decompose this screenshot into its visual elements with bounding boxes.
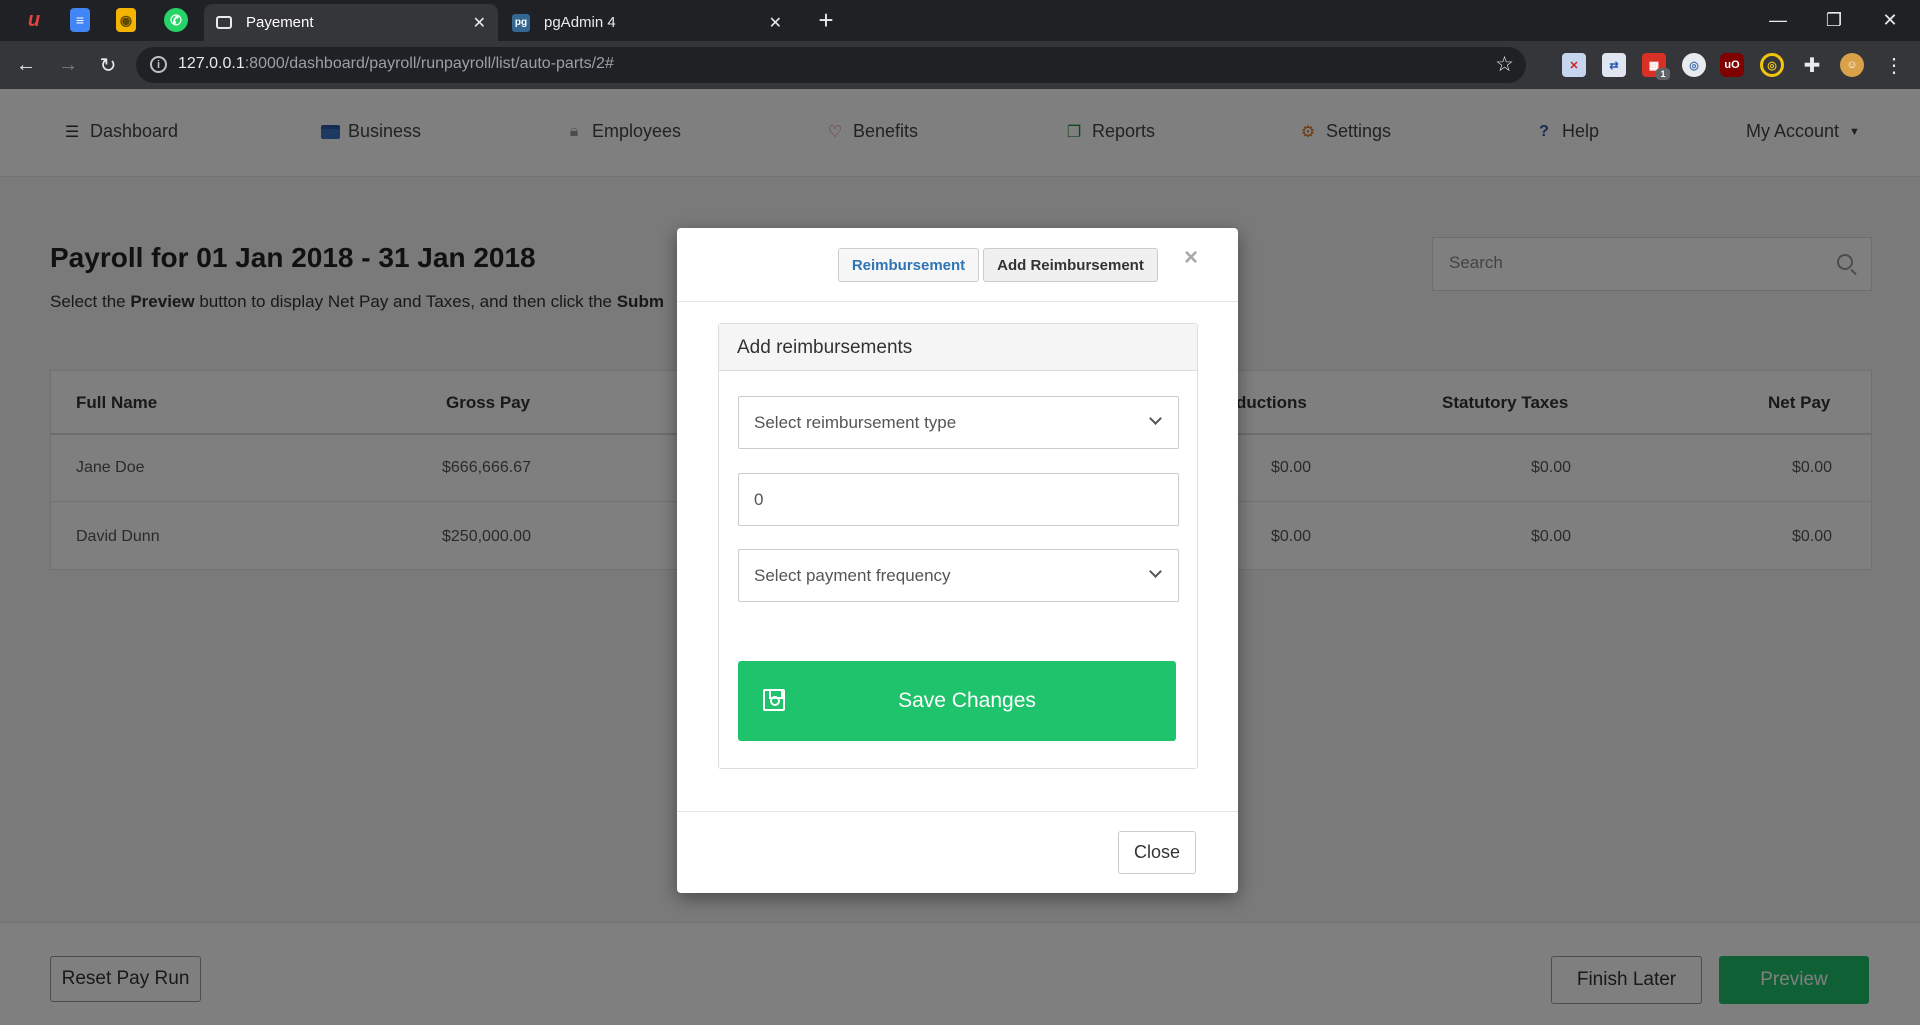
extension-icon-1[interactable]: ✕ bbox=[1562, 53, 1586, 77]
modal-footer-divider bbox=[677, 811, 1238, 812]
panel-header: Add reimbursements bbox=[719, 324, 1197, 371]
select-value: Select reimbursement type bbox=[754, 413, 957, 432]
pinned-tab-icon-u[interactable]: u bbox=[22, 8, 46, 32]
profile-avatar[interactable]: ☺ bbox=[1840, 53, 1864, 77]
extension-icon-2[interactable]: ⇄ bbox=[1602, 53, 1626, 77]
amount-input[interactable]: 0 bbox=[738, 473, 1179, 526]
browser-toolbar: ← → ↻ i 127.0.0.1:8000/dashboard/payroll… bbox=[0, 41, 1920, 89]
address-bar[interactable]: i 127.0.0.1:8000/dashboard/payroll/runpa… bbox=[136, 47, 1526, 83]
tab-add-reimbursement[interactable]: Add Reimbursement bbox=[983, 248, 1158, 282]
site-info-icon[interactable]: i bbox=[150, 56, 167, 73]
input-value: 0 bbox=[754, 490, 764, 509]
chevron-down-icon bbox=[1149, 412, 1162, 425]
ublock-icon[interactable]: uO bbox=[1720, 53, 1744, 77]
tab-payement[interactable]: Payement ✕ bbox=[204, 4, 498, 41]
extension-badge: 1 bbox=[1656, 68, 1670, 80]
save-label: Save Changes bbox=[898, 689, 1036, 712]
panel-title: Add reimbursements bbox=[737, 337, 913, 358]
reimbursement-modal: Reimbursement Add Reimbursement × Add re… bbox=[677, 228, 1238, 893]
new-tab-icon[interactable]: + bbox=[814, 5, 838, 35]
close-button[interactable]: Close bbox=[1118, 831, 1196, 874]
restore-icon[interactable]: ❐ bbox=[1806, 0, 1862, 41]
extensions-puzzle-icon[interactable]: ✚ bbox=[1800, 53, 1824, 77]
bookmark-star-icon[interactable]: ☆ bbox=[1495, 52, 1514, 77]
chevron-down-icon bbox=[1149, 565, 1162, 578]
pinned-tab-whatsapp-icon[interactable]: ✆ bbox=[164, 8, 188, 32]
pgadmin-icon: pg bbox=[512, 13, 530, 32]
extension-icon-4[interactable]: ◎ bbox=[1682, 53, 1706, 77]
save-changes-button[interactable]: Save Changes bbox=[738, 661, 1176, 741]
tab-reimbursement[interactable]: Reimbursement bbox=[838, 248, 979, 282]
pinned-tab-docs-icon[interactable]: ≡ bbox=[70, 8, 90, 32]
modal-header: Reimbursement Add Reimbursement × bbox=[677, 228, 1238, 302]
window-close-icon[interactable]: ✕ bbox=[1862, 0, 1918, 41]
reload-icon[interactable]: ↻ bbox=[96, 53, 120, 77]
page-icon bbox=[216, 16, 232, 29]
tab-close-icon[interactable]: ✕ bbox=[769, 13, 782, 33]
tab-close-icon[interactable]: ✕ bbox=[473, 13, 486, 33]
browser-tab-strip: u ≡ ◉ ✆ Payement ✕ pg pgAdmin 4 ✕ + — ❐ … bbox=[0, 0, 1920, 41]
minimize-icon[interactable]: — bbox=[1750, 0, 1806, 41]
tab-title: pgAdmin 4 bbox=[544, 14, 616, 31]
back-icon[interactable]: ← bbox=[14, 53, 38, 77]
tab-pgadmin[interactable]: pg pgAdmin 4 ✕ bbox=[500, 4, 794, 41]
forward-icon[interactable]: → bbox=[56, 53, 80, 77]
extension-icon-6[interactable]: ◎ bbox=[1760, 53, 1784, 77]
select-value: Select payment frequency bbox=[754, 566, 951, 585]
add-reimbursements-panel: Add reimbursements Select reimbursement … bbox=[718, 323, 1198, 769]
payment-frequency-select[interactable]: Select payment frequency bbox=[738, 549, 1179, 602]
reimbursement-type-select[interactable]: Select reimbursement type bbox=[738, 396, 1179, 449]
tab-title: Payement bbox=[246, 14, 314, 31]
browser-menu-icon[interactable]: ⋮ bbox=[1882, 53, 1906, 77]
modal-close-icon[interactable]: × bbox=[1184, 244, 1198, 272]
url-text: 127.0.0.1:8000/dashboard/payroll/runpayr… bbox=[178, 55, 614, 72]
pinned-tab-keep-icon[interactable]: ◉ bbox=[116, 8, 136, 32]
